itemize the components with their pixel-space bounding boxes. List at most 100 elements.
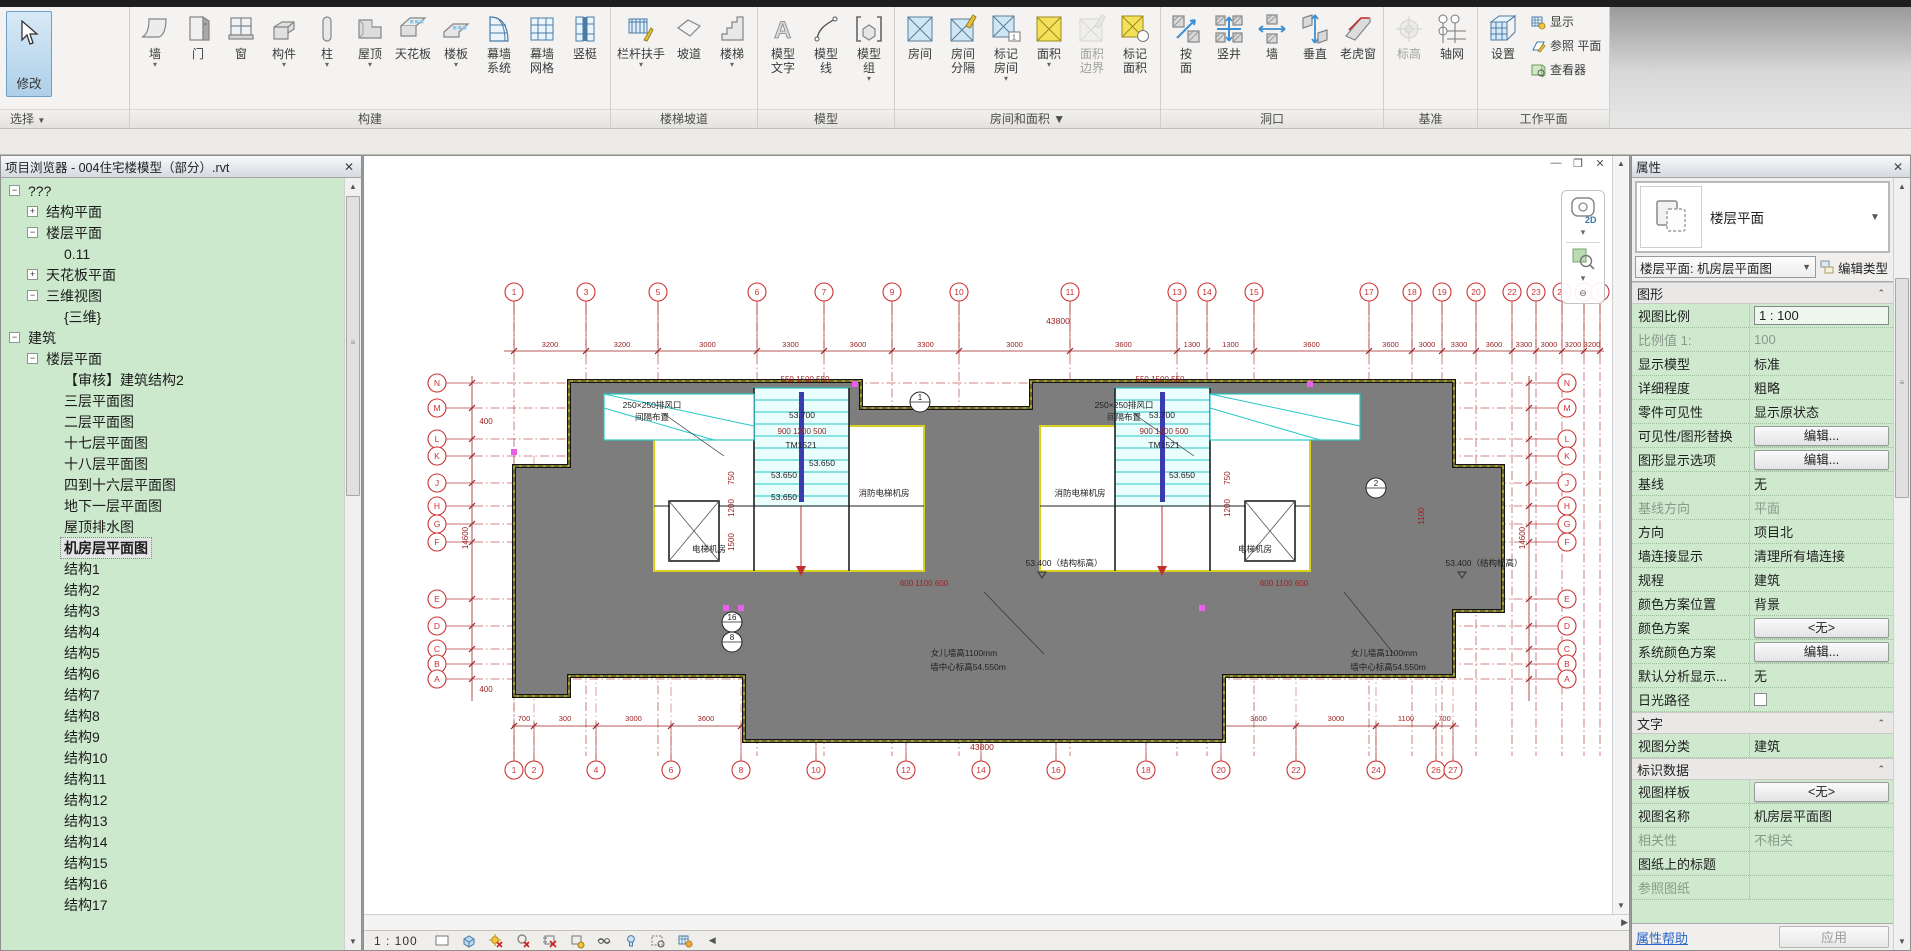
worksharing-icon[interactable] xyxy=(676,933,694,949)
property-value[interactable]: <无> xyxy=(1750,780,1893,803)
collapse-icon[interactable]: − xyxy=(9,185,20,196)
ribbon-group-label[interactable]: 构建 xyxy=(130,109,610,128)
properties-help-link[interactable]: 属性帮助 xyxy=(1636,928,1688,947)
ribbon-button-1-2[interactable]: 楼梯▾ xyxy=(711,10,753,70)
collapse-icon[interactable]: − xyxy=(27,290,38,301)
viewbar-left-icon[interactable]: ◀ xyxy=(709,935,716,946)
minimize-icon[interactable]: — xyxy=(1548,157,1564,170)
ribbon-button-4-3[interactable]: 垂直 xyxy=(1294,10,1336,62)
ribbon-group-label[interactable]: 洞口 xyxy=(1161,109,1383,128)
tree-item[interactable]: 机房层平面图 xyxy=(1,537,344,558)
collapse-section-icon[interactable]: ⌃ xyxy=(1877,288,1885,299)
property-value[interactable]: 清理所有墙连接 xyxy=(1750,544,1893,567)
select-group-label[interactable]: 选择 ▼ xyxy=(0,109,129,128)
property-value[interactable]: 背景 xyxy=(1750,592,1893,615)
ribbon-button-3-0[interactable]: 房间 xyxy=(899,10,941,62)
view-type-combobox[interactable]: 楼层平面: 机房层平面图▼ xyxy=(1635,256,1816,278)
browser-scrollbar[interactable]: ▲ ≡ ▼ xyxy=(344,178,361,950)
property-value[interactable]: 粗略 xyxy=(1750,376,1893,399)
tree-item[interactable]: −??? xyxy=(1,180,344,201)
ribbon-button-2-1[interactable]: 模型 线 xyxy=(805,10,847,76)
tree-item[interactable]: 结构14 xyxy=(1,831,344,852)
close-view-icon[interactable]: ✕ xyxy=(1592,157,1608,170)
zoom-tool-icon[interactable] xyxy=(1570,247,1596,271)
collapse-section-icon[interactable]: ⌃ xyxy=(1877,764,1885,775)
property-value[interactable]: 编辑... xyxy=(1750,640,1893,663)
tree-item[interactable]: −三维视图 xyxy=(1,285,344,306)
property-value[interactable]: 编辑... xyxy=(1750,448,1893,471)
property-edit-button[interactable]: 编辑... xyxy=(1754,450,1889,470)
property-value[interactable]: 编辑... xyxy=(1750,424,1893,447)
checkbox[interactable] xyxy=(1754,693,1767,706)
property-value[interactable]: 显示原状态 xyxy=(1750,400,1893,423)
tree-item[interactable]: 结构15 xyxy=(1,852,344,873)
properties-header[interactable]: 属性 ✕ xyxy=(1631,155,1911,178)
properties-scrollbar[interactable]: ▲ ≡ ▼ xyxy=(1893,178,1910,950)
tree-item[interactable]: 三层平面图 xyxy=(1,390,344,411)
property-edit-button[interactable]: 编辑... xyxy=(1754,426,1889,446)
ribbon-button-6-0[interactable]: 设置 xyxy=(1482,10,1524,62)
ribbon-button-1-1[interactable]: 坡道 xyxy=(668,10,710,62)
apply-button[interactable]: 应用 xyxy=(1779,926,1889,948)
close-icon[interactable]: ✕ xyxy=(1890,160,1906,174)
tree-item[interactable]: 地下一层平面图 xyxy=(1,495,344,516)
canvas-horizontal-scrollbar[interactable]: ▶ xyxy=(364,914,1629,930)
properties-section-header[interactable]: 标识数据⌃ xyxy=(1632,758,1893,780)
reveal-constraints-icon[interactable] xyxy=(649,933,667,949)
ribbon-button-0-1[interactable]: 门 xyxy=(177,10,219,62)
crop-box-icon[interactable] xyxy=(433,933,451,949)
ribbon-button-0-3[interactable]: 构件▾ xyxy=(263,10,305,70)
properties-section-header[interactable]: 文字⌃ xyxy=(1632,712,1893,734)
ribbon-group-label[interactable]: 模型 xyxy=(758,109,894,128)
crop-view-off-icon[interactable] xyxy=(541,933,559,949)
scroll-down-icon[interactable]: ▼ xyxy=(1894,933,1910,950)
scroll-up-icon[interactable]: ▲ xyxy=(1613,156,1629,172)
ribbon-button-0-7[interactable]: 楼板▾ xyxy=(435,10,477,70)
tree-item[interactable]: −建筑 xyxy=(1,327,344,348)
property-value[interactable] xyxy=(1750,852,1893,875)
ribbon-button-0-10[interactable]: 竖梃 xyxy=(564,10,606,62)
tree-item[interactable]: 屋顶排水图 xyxy=(1,516,344,537)
tree-item[interactable]: 结构12 xyxy=(1,789,344,810)
ribbon-button-0-9[interactable]: 幕墙 网格 xyxy=(521,10,563,76)
ribbon-group-label[interactable]: 楼梯坡道 xyxy=(611,109,757,128)
restore-icon[interactable]: ❐ xyxy=(1570,157,1586,170)
tree-item[interactable]: 结构13 xyxy=(1,810,344,831)
property-value[interactable]: 无 xyxy=(1750,664,1893,687)
tree-item[interactable]: 结构9 xyxy=(1,726,344,747)
tree-item[interactable]: 结构10 xyxy=(1,747,344,768)
tree-item[interactable]: 【审核】建筑结构2 xyxy=(1,369,344,390)
tree-item[interactable]: 结构4 xyxy=(1,621,344,642)
tree-item[interactable]: 0.11 xyxy=(1,243,344,264)
tree-item[interactable]: {三维} xyxy=(1,306,344,327)
tree-item[interactable]: 结构6 xyxy=(1,663,344,684)
ribbon-button-0-6[interactable]: 天花板 xyxy=(392,10,434,62)
tree-item[interactable]: 十八层平面图 xyxy=(1,453,344,474)
tree-item[interactable]: 结构17 xyxy=(1,894,344,915)
canvas-vertical-scrollbar[interactable]: ▲ ▼ xyxy=(1612,156,1629,914)
property-value[interactable]: <无> xyxy=(1750,616,1893,639)
expand-icon[interactable]: + xyxy=(27,269,38,280)
ribbon-button-0-5[interactable]: 屋顶▾ xyxy=(349,10,391,70)
tree-item[interactable]: 结构16 xyxy=(1,873,344,894)
close-icon[interactable]: ✕ xyxy=(341,160,357,174)
render-off-icon[interactable] xyxy=(514,933,532,949)
ribbon-button-0-2[interactable]: 窗 xyxy=(220,10,262,62)
type-selector[interactable]: 楼层平面 ▼ xyxy=(1635,181,1890,253)
scroll-up-icon[interactable]: ▲ xyxy=(345,178,361,195)
tree-item[interactable]: 结构5 xyxy=(1,642,344,663)
scroll-down-icon[interactable]: ▼ xyxy=(1613,898,1629,914)
chevron-down-icon[interactable]: ▼ xyxy=(1870,212,1888,223)
edit-type-button[interactable]: 编辑类型 xyxy=(1820,258,1890,277)
tree-item[interactable]: −楼层平面 xyxy=(1,222,344,243)
expand-icon[interactable]: + xyxy=(27,206,38,217)
property-value[interactable]: 无 xyxy=(1750,472,1893,495)
ribbon-button-4-2[interactable]: 墙 xyxy=(1251,10,1293,62)
tree-item[interactable]: 结构7 xyxy=(1,684,344,705)
wheel-dropdown-icon[interactable]: ▾ xyxy=(1581,227,1586,238)
visual-style-icon[interactable] xyxy=(460,933,478,949)
ribbon-button-4-4[interactable]: 老虎窗 xyxy=(1337,10,1379,62)
ribbon-button-2-0[interactable]: A模型 文字 xyxy=(762,10,804,76)
property-edit-button[interactable]: <无> xyxy=(1754,618,1889,638)
ribbon-button-3-1[interactable]: 房间 分隔 xyxy=(942,10,984,76)
